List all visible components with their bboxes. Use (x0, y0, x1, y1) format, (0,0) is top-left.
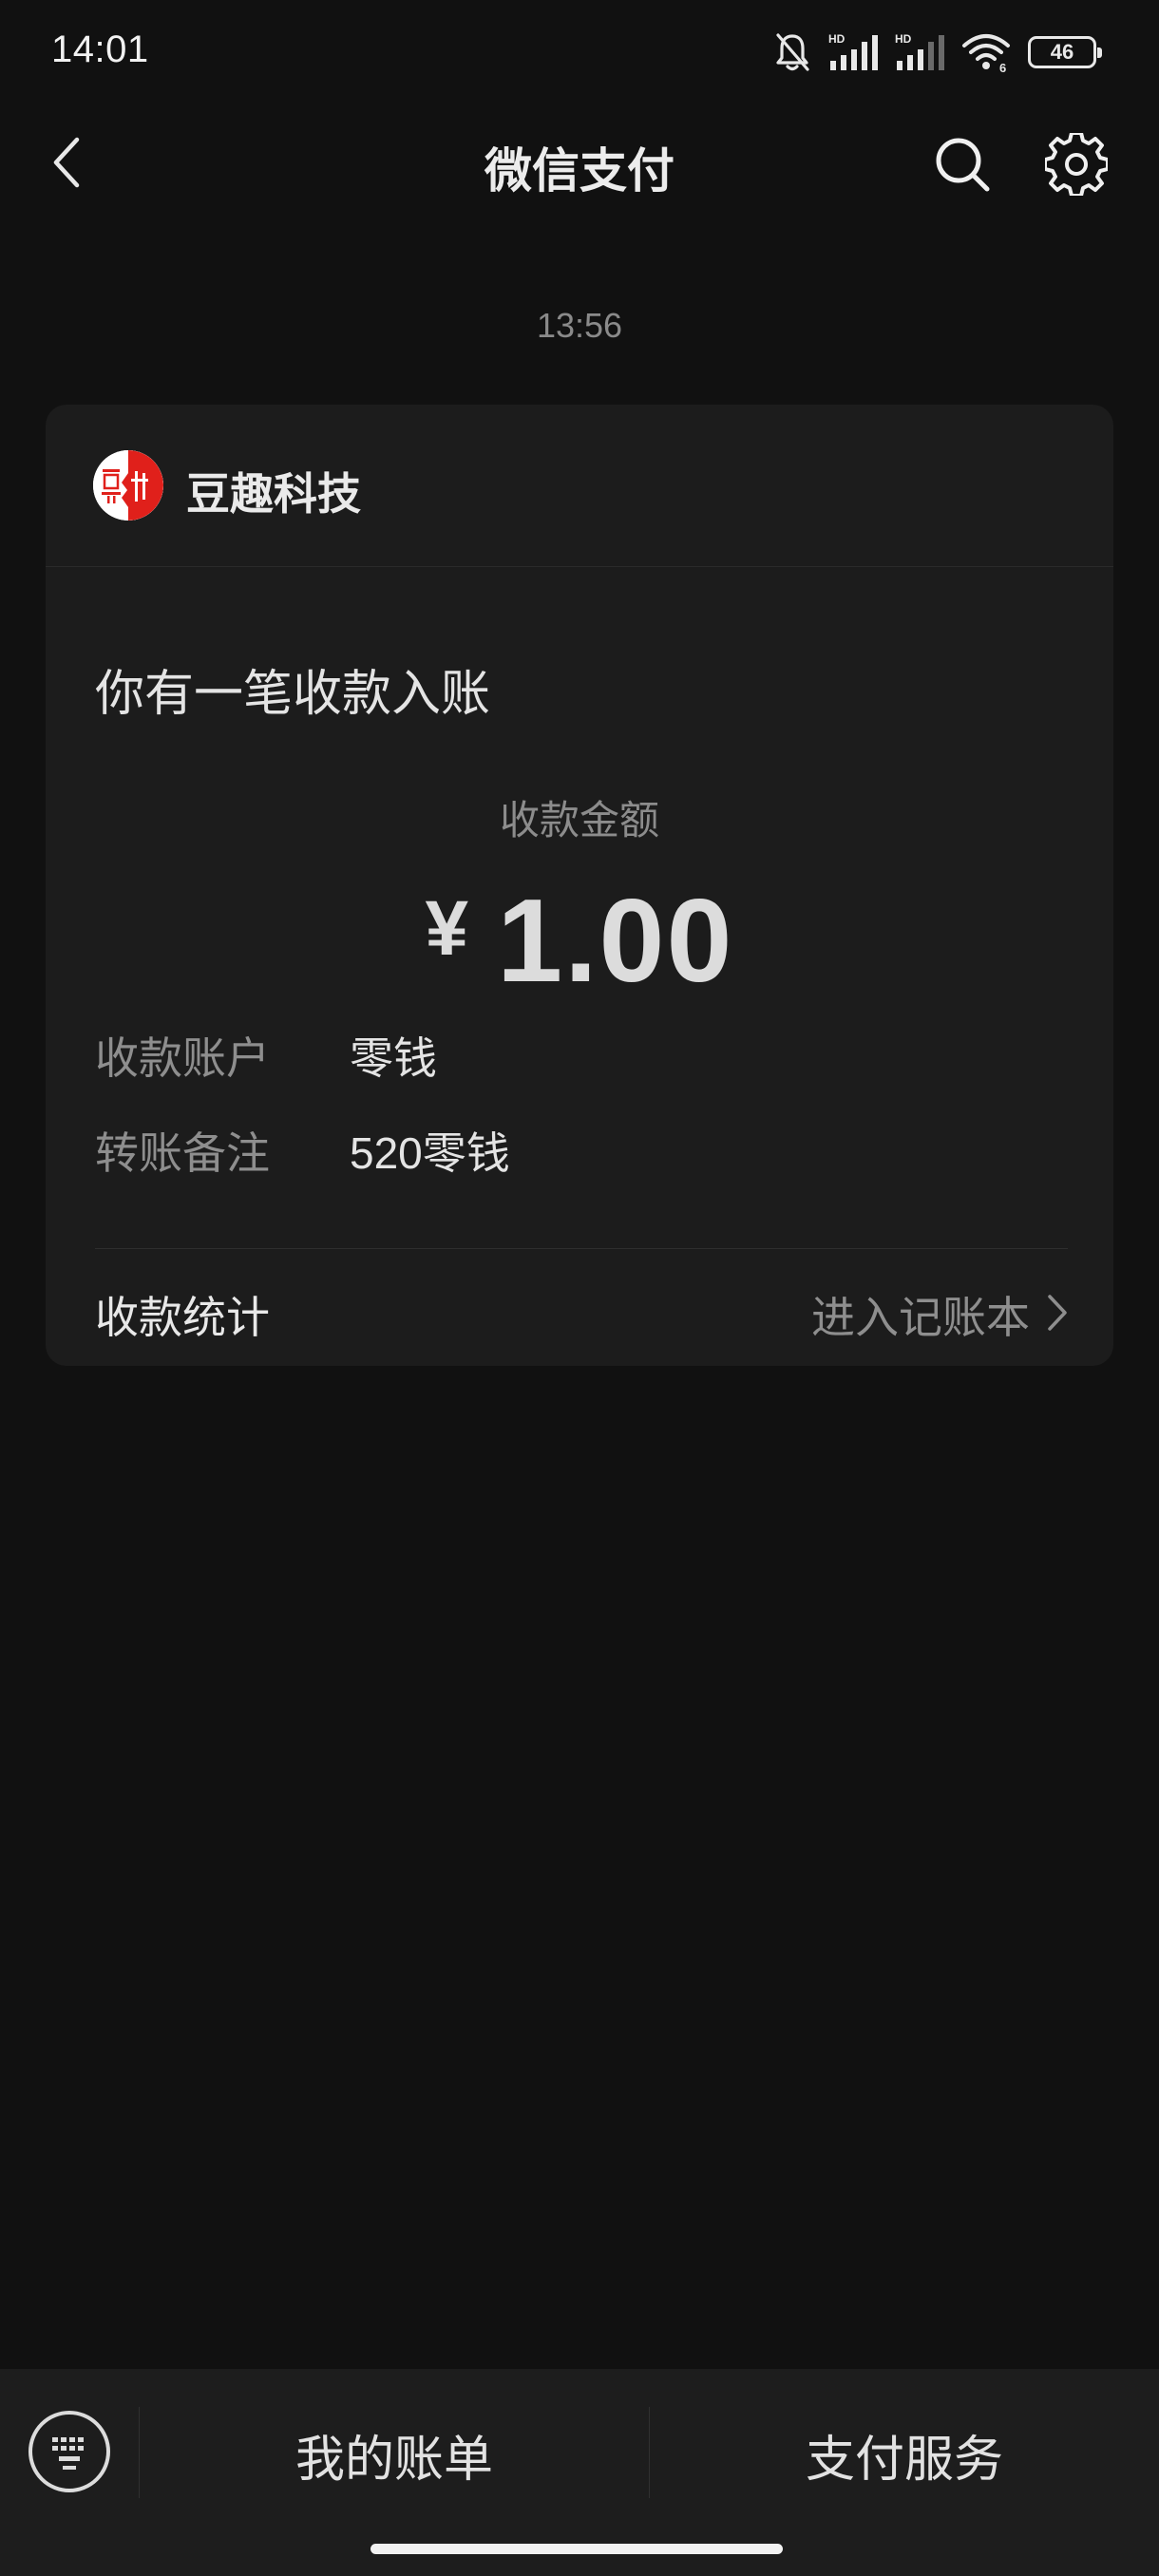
battery-level: 46 (1050, 40, 1074, 64)
collection-stats-label: 收款统计 (95, 1293, 270, 1342)
card-divider (95, 1248, 1068, 1249)
svg-text:HD: HD (828, 32, 846, 46)
hd-signal-icon: HD (828, 32, 878, 72)
ledger-link-row[interactable]: 收款统计 进入记账本 (95, 1277, 1070, 1353)
chevron-right-icon (1045, 1292, 1070, 1338)
menu-divider (139, 2407, 140, 2498)
svg-text:HD: HD (895, 32, 912, 46)
card-header[interactable]: 豆趣科技 (46, 405, 1113, 567)
menu-payment-services[interactable]: 支付服务 (650, 2397, 1159, 2511)
svg-text:6: 6 (999, 61, 1006, 72)
home-indicator[interactable] (370, 2544, 783, 2554)
battery-icon: 46 (1028, 36, 1102, 68)
open-ledger-label: 进入记账本 (811, 1293, 1030, 1342)
detail-label: 收款账户 (95, 1033, 270, 1083)
amount: ¥1.00 (46, 874, 1113, 1009)
keyboard-toggle-button[interactable] (28, 2411, 110, 2492)
detail-label: 转账备注 (95, 1128, 270, 1178)
message-timestamp: 13:56 (536, 306, 623, 345)
settings-button[interactable] (1041, 130, 1112, 201)
menu-my-bills[interactable]: 我的账单 (141, 2397, 648, 2511)
gear-icon (1043, 130, 1110, 200)
wifi-6-icon: 6 (961, 32, 1011, 72)
detail-value: 零钱 (350, 1033, 437, 1083)
status-time: 14:01 (51, 28, 149, 70)
open-ledger-link[interactable]: 进入记账本 (811, 1283, 1070, 1346)
mute-bell-icon (773, 31, 811, 73)
payment-notification-card[interactable]: 豆趣科技 你有一笔收款入账 收款金额 ¥1.00 收款账户 零钱 转账备注 52… (46, 405, 1113, 1366)
amount-label: 收款金额 (499, 798, 659, 843)
currency-symbol: ¥ (425, 885, 469, 972)
merchant-logo (93, 450, 163, 521)
card-subject: 你有一笔收款入账 (95, 667, 491, 722)
status-icons: HD HD 6 46 (773, 28, 1102, 76)
search-button[interactable] (927, 131, 998, 201)
detail-row-remark: 转账备注 520零钱 (95, 1119, 1064, 1178)
keyboard-icon (32, 2437, 106, 2492)
amount-value: 1.00 (497, 876, 734, 1007)
merchant-name: 豆趣科技 (186, 469, 361, 519)
detail-value: 520零钱 (350, 1128, 510, 1178)
search-icon (932, 134, 993, 199)
hd-signal-icon: HD (895, 32, 944, 72)
status-bar: 14:01 HD HD 6 46 (0, 0, 1159, 104)
detail-row-account: 收款账户 零钱 (95, 1024, 1064, 1083)
nav-bar: 微信支付 (0, 104, 1159, 228)
